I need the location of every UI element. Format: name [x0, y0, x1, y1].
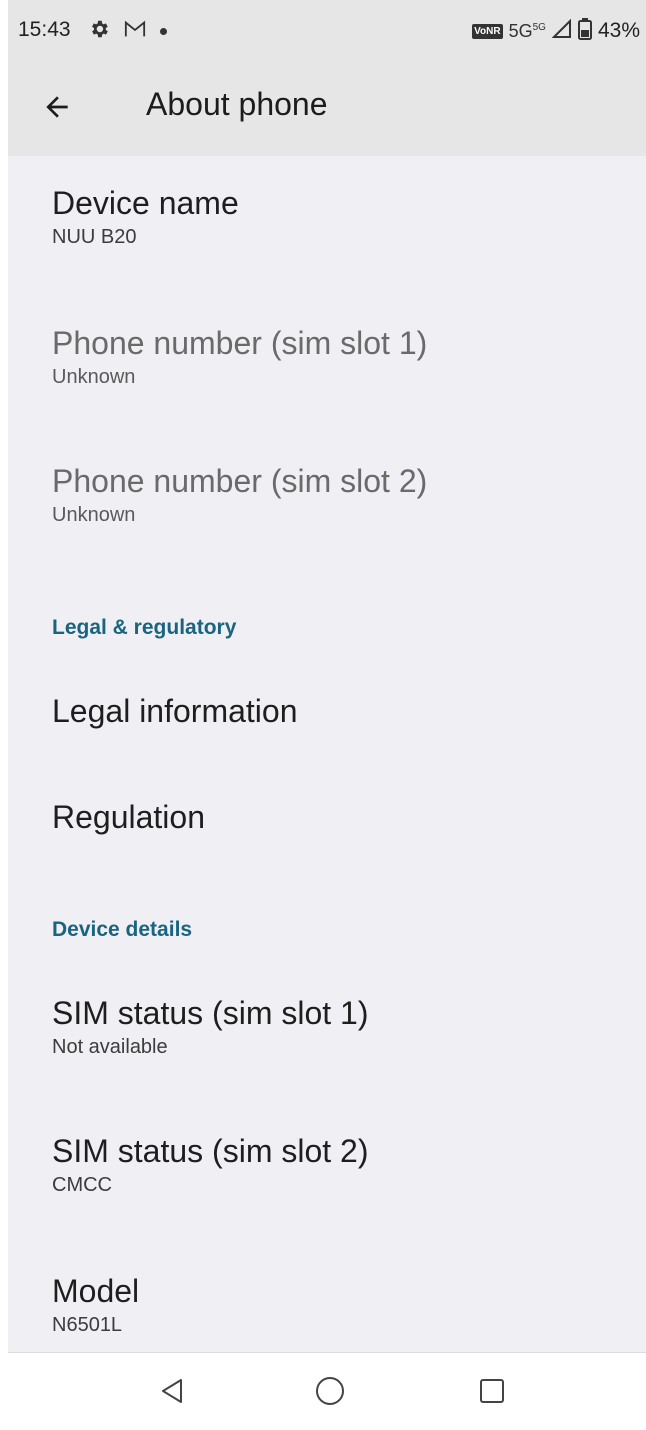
back-triangle-icon	[159, 1377, 185, 1410]
status-time: 15:43	[18, 18, 71, 41]
sim-status-sim1-summary: Not available	[52, 1036, 168, 1058]
phone-number-sim2-title: Phone number (sim slot 2)	[52, 463, 428, 499]
vonr-badge: VoNR	[472, 23, 503, 39]
regulation-title: Regulation	[52, 799, 205, 835]
nav-back-button[interactable]	[154, 1375, 190, 1411]
app-bar: About phone	[8, 62, 646, 156]
arrow-back-icon	[41, 91, 73, 128]
phone-number-sim1-summary: Unknown	[52, 366, 136, 388]
sim-status-sim1-item[interactable]: SIM status (sim slot 1) Not available	[52, 994, 632, 1060]
network-type-sup: 5G	[532, 21, 546, 33]
status-notification-icons	[88, 14, 167, 48]
sim-status-sim2-item[interactable]: SIM status (sim slot 2) CMCC	[52, 1132, 632, 1198]
page-title: About phone	[146, 86, 328, 122]
notification-dot-icon	[160, 27, 167, 35]
status-bar: 15:43 VoNR 5G5G 43%	[8, 0, 646, 62]
device-name-summary: NUU B20	[52, 226, 137, 248]
battery-icon	[577, 17, 592, 45]
regulation-item[interactable]: Regulation	[52, 798, 632, 836]
recents-square-icon	[479, 1378, 505, 1409]
home-circle-icon	[315, 1376, 345, 1411]
navigation-bar	[8, 1352, 646, 1430]
phone-number-sim1-item: Phone number (sim slot 1) Unknown	[52, 324, 632, 390]
gear-icon	[88, 18, 110, 45]
phone-number-sim1-title: Phone number (sim slot 1)	[52, 325, 428, 361]
legal-information-title: Legal information	[52, 693, 298, 729]
sim-status-sim2-title: SIM status (sim slot 2)	[52, 1133, 369, 1169]
legal-information-item[interactable]: Legal information	[52, 692, 632, 730]
legal-regulatory-header: Legal & regulatory	[52, 616, 237, 639]
device-name-item[interactable]: Device name NUU B20	[52, 184, 632, 250]
device-name-title: Device name	[52, 185, 239, 221]
model-title: Model	[52, 1273, 140, 1309]
battery-percent: 43%	[597, 19, 640, 42]
model-summary: N6501L	[52, 1314, 123, 1336]
gmail-icon	[124, 19, 146, 44]
network-type-label: 5G	[508, 20, 533, 41]
nav-recents-button[interactable]	[474, 1375, 510, 1411]
status-system-icons: VoNR 5G5G 43%	[472, 16, 640, 46]
nav-home-button[interactable]	[312, 1375, 348, 1411]
sim-status-sim2-summary: CMCC	[52, 1174, 112, 1196]
about-phone-screen: 15:43 VoNR 5G5G 43% About phone Device n…	[0, 0, 646, 1430]
sim-status-sim1-title: SIM status (sim slot 1)	[52, 995, 369, 1031]
preferences-list: Device name NUU B20 Phone number (sim sl…	[8, 156, 646, 1352]
phone-number-sim2-summary: Unknown	[52, 504, 136, 526]
network-type: 5G5G	[509, 21, 546, 42]
signal-icon	[551, 18, 572, 44]
device-details-header: Device details	[52, 918, 193, 941]
back-button[interactable]	[34, 86, 80, 132]
phone-number-sim2-item: Phone number (sim slot 2) Unknown	[52, 462, 632, 528]
model-item[interactable]: Model N6501L	[52, 1272, 632, 1338]
